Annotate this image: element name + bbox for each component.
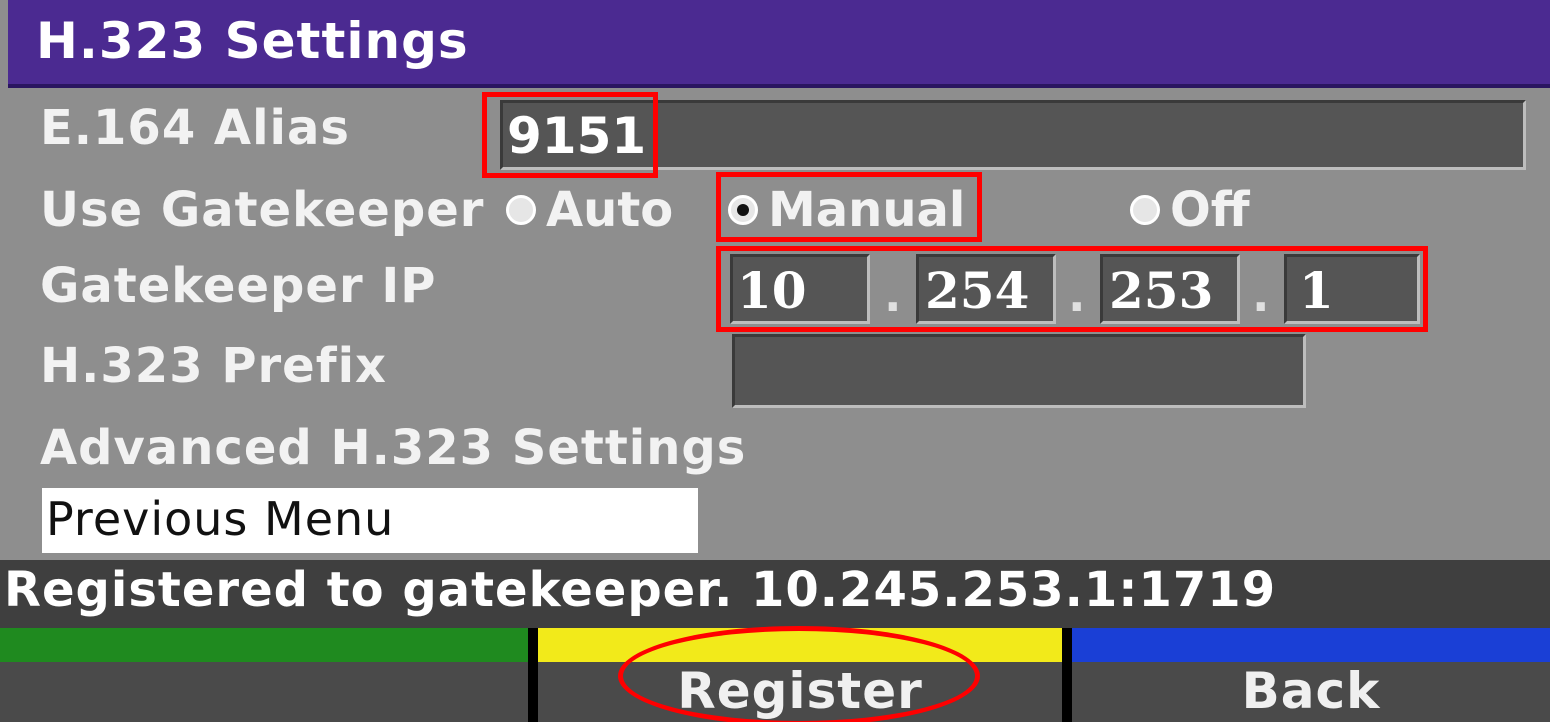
radio-unchecked-icon (506, 195, 536, 225)
h323-settings-screen: H.323 Settings E.164 Alias 9151 Use Gate… (0, 0, 1550, 722)
prefix-label: H.323 Prefix (40, 338, 388, 394)
register-label: Register (677, 662, 923, 720)
soft-key-divider (1062, 628, 1072, 722)
ip-octet-4-value: 1 (1299, 261, 1334, 320)
gatekeeper-manual-label: Manual (768, 182, 966, 238)
gatekeeper-auto-label: Auto (546, 182, 674, 238)
page-title: H.323 Settings (36, 12, 469, 70)
previous-menu-item[interactable]: Previous Menu (42, 488, 698, 553)
back-label: Back (1241, 662, 1381, 720)
ip-separator: . (1252, 268, 1270, 322)
advanced-settings-item[interactable]: Advanced H.323 Settings (40, 420, 746, 476)
ip-separator: . (1068, 268, 1086, 322)
alias-value: 9151 (507, 107, 647, 165)
radio-unchecked-icon (1130, 195, 1160, 225)
register-button[interactable]: Register (538, 628, 1062, 722)
ip-separator: . (884, 268, 902, 322)
previous-menu-label: Previous Menu (46, 492, 395, 546)
back-button[interactable]: Back (1072, 628, 1550, 722)
gatekeeper-ip-octet-1[interactable]: 10 (730, 254, 870, 324)
ip-octet-2-value: 254 (925, 261, 1030, 320)
status-bar: Registered to gatekeeper. 10.245.253.1:1… (0, 560, 1550, 630)
green-key-bar (0, 628, 528, 662)
soft-key-divider (528, 628, 538, 722)
gatekeeper-auto-radio[interactable]: Auto (506, 182, 673, 238)
gatekeeper-ip-label: Gatekeeper IP (40, 258, 437, 314)
gatekeeper-ip-octet-3[interactable]: 253 (1100, 254, 1240, 324)
status-text: Registered to gatekeeper. 10.245.253.1:1… (4, 562, 1277, 618)
yellow-key-bar (538, 628, 1062, 662)
ip-octet-3-value: 253 (1109, 261, 1214, 320)
gatekeeper-manual-radio[interactable]: Manual (728, 182, 965, 238)
ip-octet-1-value: 10 (737, 261, 807, 320)
blue-key-bar (1072, 628, 1550, 662)
alias-field[interactable]: 9151 (500, 100, 1526, 170)
title-bar: H.323 Settings (8, 0, 1550, 88)
gatekeeper-label: Use Gatekeeper (40, 182, 485, 238)
gatekeeper-off-label: Off (1170, 182, 1250, 238)
soft-key-green[interactable] (0, 628, 528, 722)
radio-checked-icon (728, 195, 758, 225)
prefix-field[interactable] (732, 334, 1306, 408)
gatekeeper-off-radio[interactable]: Off (1130, 182, 1250, 238)
alias-label: E.164 Alias (40, 100, 350, 156)
gatekeeper-ip-octet-2[interactable]: 254 (916, 254, 1056, 324)
gatekeeper-ip-octet-4[interactable]: 1 (1284, 254, 1420, 324)
